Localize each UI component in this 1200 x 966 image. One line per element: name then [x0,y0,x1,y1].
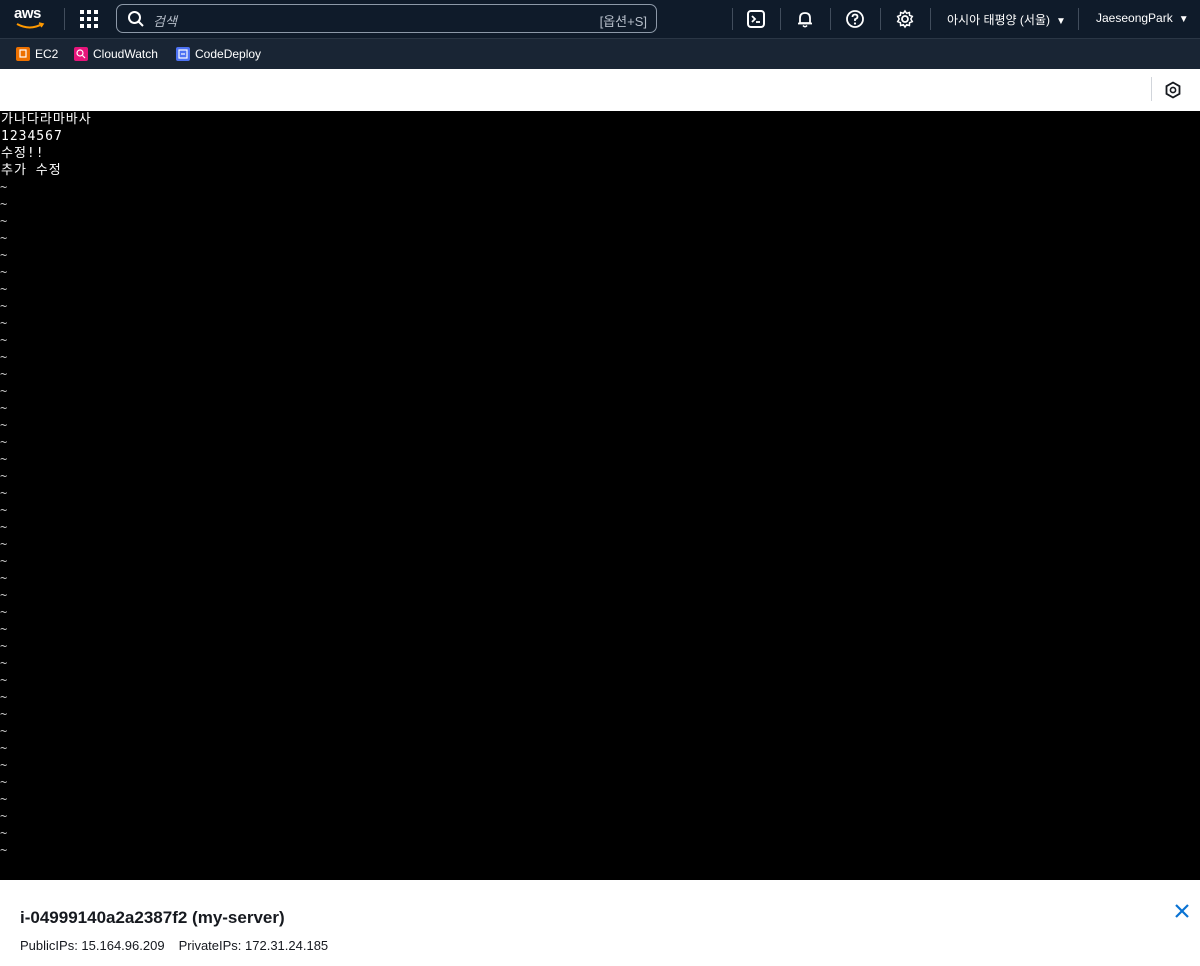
bell-icon[interactable] [795,9,815,29]
vim-empty-line: ~ [0,639,8,653]
vim-empty-line: ~ [0,180,8,194]
terminal-line: 가나다라마바사 [1,112,92,127]
vim-empty-line: ~ [0,537,8,551]
terminal-screen[interactable]: 가나다라마바사 1234567 수정!! 추가 수정 ~ ~ ~ ~ ~ ~ ~ ~ ~ ~ ~ ~ ~… [0,111,1200,897]
nav-divider [64,8,65,30]
terminal-line: 추가 수정 [1,163,62,178]
favorite-label: EC2 [35,47,59,61]
search-shortcut: [옵션+S] [599,14,647,29]
vim-empty-line: ~ [0,724,8,738]
vim-empty-line: ~ [0,775,8,789]
favorite-label: CodeDeploy [195,47,262,61]
vim-empty-line: ~ [0,792,8,806]
vim-empty-line: ~ [0,197,8,211]
vim-empty-line: ~ [0,435,8,449]
caret-down-icon: ▼ [1055,16,1066,27]
toolbar-divider [1151,77,1152,101]
vim-empty-line: ~ [0,656,8,670]
region-label: 아시아 태평양 (서울) [947,13,1050,27]
caret-down-icon: ▼ [1178,14,1189,25]
nav-divider [930,8,931,30]
vim-empty-line: ~ [0,520,8,534]
terminal-line: 수정!! [1,146,45,161]
vim-empty-line: ~ [0,605,8,619]
vim-empty-line: ~ [0,809,8,823]
nav-divider [880,8,881,30]
vim-empty-line: ~ [0,469,8,483]
nav-divider [780,8,781,30]
terminal-line: 1234567 [1,129,63,144]
search-placeholder: 검색 [153,14,177,29]
vim-empty-line: ~ [0,265,8,279]
vim-empty-line: ~ [0,282,8,296]
vim-empty-line: ~ [0,758,8,772]
vim-empty-line: ~ [0,741,8,755]
aws-logo[interactable]: aws [14,5,50,31]
vim-empty-line: ~ [0,231,8,245]
vim-empty-line: ~ [0,707,8,721]
instance-info-panel: i-04999140a2a2387f2 (my-server) PublicIP… [0,880,1200,966]
account-menu[interactable]: JaeseongPark ▼ [1096,11,1189,25]
vim-empty-line: ~ [0,214,8,228]
nav-divider [732,8,733,30]
aws-smile-icon [16,22,45,29]
vim-empty-line: ~ [0,588,8,602]
aws-logo-text: aws [14,5,41,22]
favorite-codedeploy[interactable]: CodeDeploy [176,47,261,61]
vim-empty-line: ~ [0,554,8,568]
vim-empty-line: ~ [0,690,8,704]
close-icon[interactable] [1173,902,1191,920]
nav-divider [1078,8,1079,30]
vim-empty-line: ~ [0,571,8,585]
session-toolbar [0,69,1200,111]
nav-divider [830,8,831,30]
vim-empty-line: ~ [0,248,8,262]
vim-empty-line: ~ [0,316,8,330]
ec2-icon [16,47,30,61]
vim-empty-line: ~ [0,418,8,432]
vim-empty-line: ~ [0,486,8,500]
vim-empty-line: ~ [0,673,8,687]
favorites-bar: EC2 CloudWatch CodeDeploy [0,38,1200,69]
vim-empty-line: ~ [0,384,8,398]
cloudshell-icon[interactable] [746,9,766,29]
help-icon[interactable] [845,9,865,29]
vim-empty-line: ~ [0,350,8,364]
session-settings-icon[interactable] [1164,81,1182,99]
vim-empty-line: ~ [0,401,8,415]
favorite-cloudwatch[interactable]: CloudWatch [74,47,158,61]
account-name: JaeseongPark [1096,11,1173,25]
instance-ips: PublicIPs: 15.164.96.209 PrivateIPs: 172.… [20,938,328,953]
vim-empty-line: ~ [0,826,8,840]
private-ips: PrivateIPs: 172.31.24.185 [178,938,329,953]
favorite-ec2[interactable]: EC2 [16,47,58,61]
codedeploy-icon [176,47,190,61]
instance-title: i-04999140a2a2387f2 (my-server) [20,908,285,927]
cloudwatch-icon [74,47,88,61]
search-icon [128,11,144,27]
vim-empty-line: ~ [0,452,8,466]
region-selector[interactable]: 아시아 태평양 (서울) ▼ [947,11,1066,28]
vim-empty-line: ~ [0,299,8,313]
gear-icon[interactable] [895,9,915,29]
vim-empty-line: ~ [0,843,8,857]
search-input[interactable]: 검색 [옵션+S] [116,4,657,33]
top-navigation: aws 검색 [옵션+S] 아시아 태평양 (서울) ▼ JaeseongPar… [0,0,1200,38]
favorite-label: CloudWatch [93,47,158,61]
apps-grid-icon[interactable] [80,10,98,28]
vim-empty-line: ~ [0,367,8,381]
vim-empty-line: ~ [0,622,8,636]
vim-empty-line: ~ [0,503,8,517]
vim-empty-line: ~ [0,333,8,347]
public-ips: PublicIPs: 15.164.96.209 [20,938,165,953]
